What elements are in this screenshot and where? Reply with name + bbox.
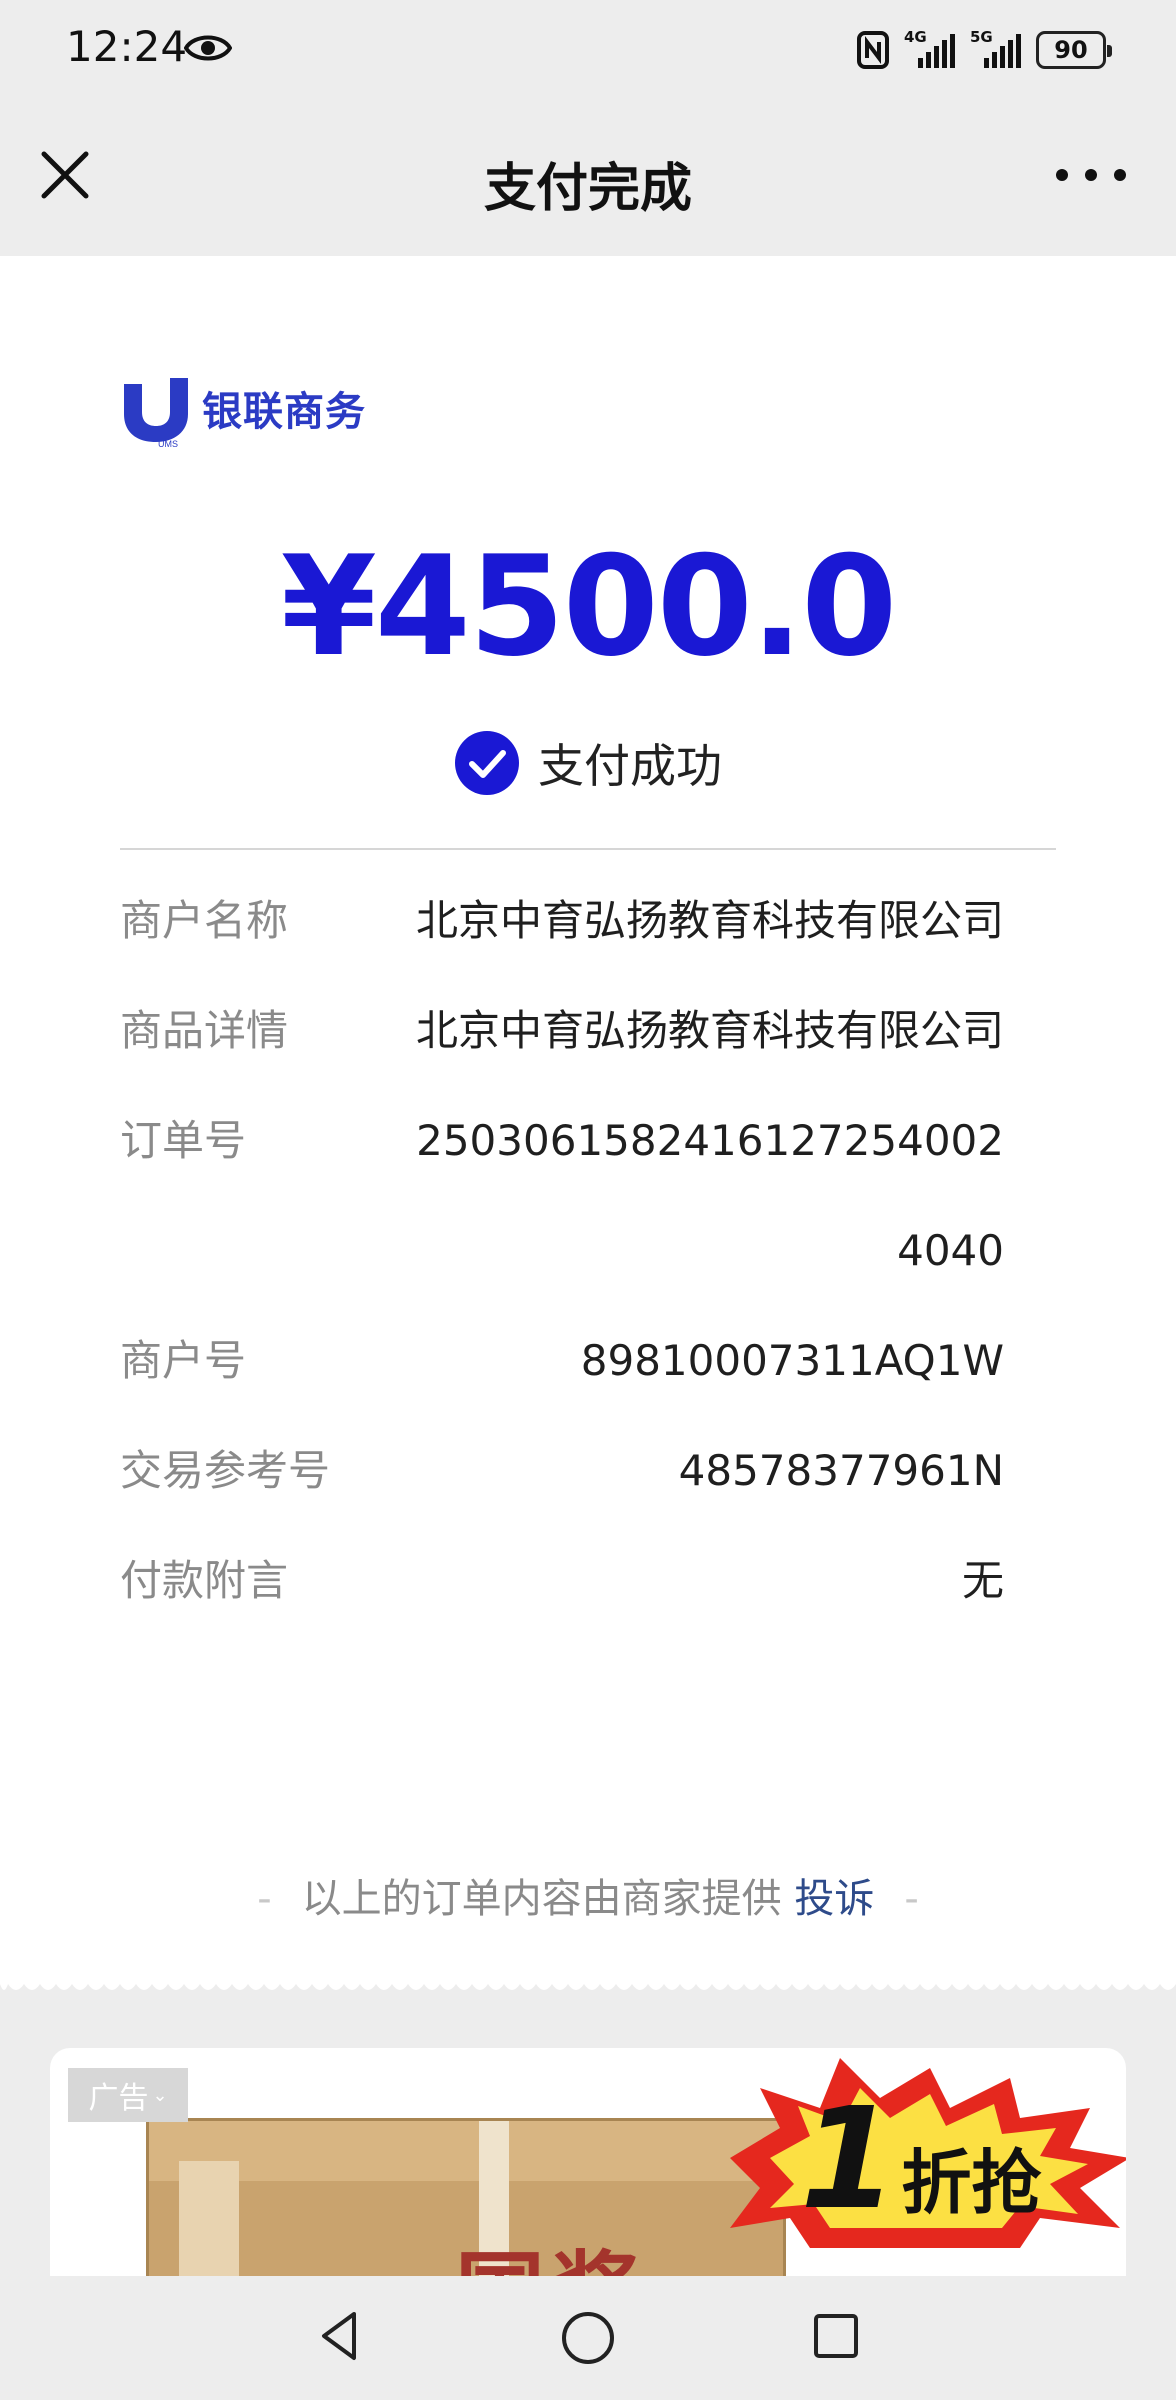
status-indicators: 4G 5G 90	[856, 28, 1112, 72]
back-icon[interactable]	[310, 2306, 370, 2366]
detail-value: 北京中育弘扬教育科技有限公司	[415, 1006, 1004, 1055]
payment-amount: ¥4500.0	[280, 526, 898, 687]
detail-value: 89810007311AQ1W	[580, 1336, 1004, 1385]
detail-label: 交易参考号	[120, 1446, 331, 1495]
detail-label: 商户名称	[120, 896, 289, 945]
detail-label: 付款附言	[120, 1556, 289, 1605]
detail-row-merchant-id: 商户号 89810007311AQ1W	[120, 1306, 1004, 1416]
brand-name: 银联商务	[202, 389, 366, 435]
order-details: 商户名称 北京中育弘扬教育科技有限公司 商品详情 北京中育弘扬教育科技有限公司 …	[120, 866, 1004, 1636]
merchant-footnote: - 以上的订单内容由商家提供 投诉 -	[257, 1876, 919, 1922]
payment-complete-screen: 12:24 4G 5G 90 支付完成 UMS 银联商务 ¥4500.0 支付成…	[0, 0, 1176, 2400]
more-icon[interactable]	[1056, 160, 1126, 190]
logo-subtext: UMS	[158, 439, 178, 448]
detail-value: 25030615824161272540024040	[416, 1116, 1004, 1275]
receipt-card: UMS 银联商务 ¥4500.0 支付成功 商户名称 北京中育弘扬教育科技有限公…	[0, 256, 1176, 1976]
detail-row-reference-number: 交易参考号 48578377961N	[120, 1416, 1004, 1526]
brand-logo: UMS 银联商务	[118, 368, 366, 448]
status-time: 12:24	[66, 22, 188, 71]
recent-apps-icon[interactable]	[808, 2308, 864, 2364]
payment-status-text: 支付成功	[538, 739, 722, 793]
detail-row-merchant-name: 商户名称 北京中育弘扬教育科技有限公司	[120, 866, 1004, 976]
ad-burst-text: 1折抢	[800, 2078, 1041, 2241]
detail-value: 48578377961N	[678, 1446, 1004, 1495]
footnote-text: 以上的订单内容由商家提供	[301, 1876, 782, 1922]
signal-5g-icon: 5G	[970, 28, 1022, 70]
status-bar: 12:24 4G 5G 90	[0, 0, 1176, 100]
system-navigation-bar	[0, 2276, 1176, 2400]
ad-tag-label: 广告	[88, 2081, 149, 2116]
detail-value: 北京中育弘扬教育科技有限公司	[415, 896, 1004, 945]
page-title: 支付完成	[483, 159, 692, 219]
detail-value: 无	[961, 1556, 1004, 1605]
detail-label: 商户号	[120, 1336, 247, 1385]
eye-icon	[184, 35, 232, 61]
detail-row-payment-note: 付款附言 无	[120, 1526, 1004, 1636]
nav-bar: 支付完成	[0, 100, 1176, 256]
payment-status: 支付成功	[0, 730, 1176, 796]
complaint-link[interactable]: 投诉	[794, 1876, 874, 1922]
unionpay-logo-icon: UMS	[124, 378, 188, 448]
detail-row-product: 商品详情 北京中育弘扬教育科技有限公司	[120, 976, 1004, 1086]
home-icon[interactable]	[556, 2306, 620, 2370]
detail-label: 商品详情	[120, 1006, 289, 1055]
nfc-icon	[857, 31, 889, 69]
battery-level: 90	[1054, 36, 1088, 64]
ad-burst-label: 折抢	[901, 2142, 1042, 2224]
detail-label: 订单号	[120, 1116, 247, 1165]
check-circle-icon	[455, 731, 519, 795]
receipt-edge	[0, 1976, 1176, 1990]
ad-tag[interactable]: 广告 ⌄	[68, 2068, 188, 2122]
signal-4g-icon: 4G	[904, 28, 956, 70]
ad-burst-number: 1	[800, 2078, 898, 2241]
divider	[120, 848, 1056, 850]
chevron-down-icon: ⌄	[152, 2084, 168, 2106]
detail-row-order-number: 订单号 25030615824161272540024040	[120, 1086, 1004, 1306]
battery-icon: 90	[1036, 31, 1112, 69]
